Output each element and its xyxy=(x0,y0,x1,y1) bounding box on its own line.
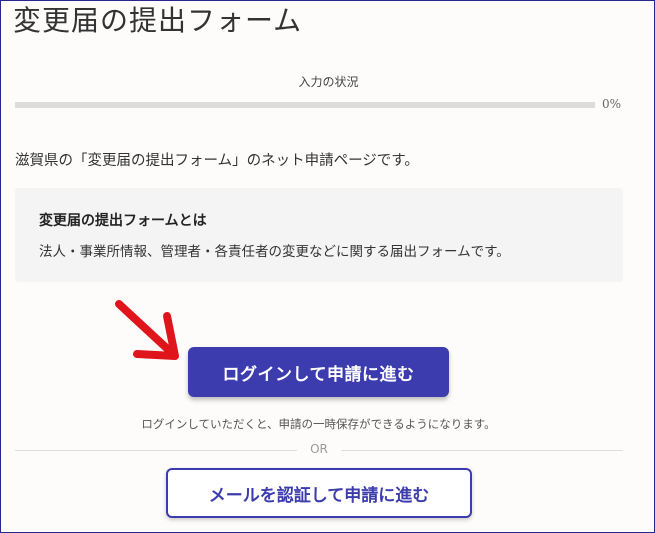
divider-line-left xyxy=(15,450,297,451)
email-verify-and-apply-button[interactable]: メールを認証して申請に進む xyxy=(166,468,472,518)
login-and-apply-button[interactable]: ログインして申請に進む xyxy=(188,347,449,397)
window-frame: 変更届の提出フォーム 入力の状況 0% 滋賀県の「変更届の提出フォーム」のネット… xyxy=(0,0,655,533)
red-arrow-annotation-icon xyxy=(115,300,179,360)
progress-percent: 0% xyxy=(602,97,622,111)
info-box-title: 変更届の提出フォームとは xyxy=(39,213,207,229)
intro-text: 滋賀県の「変更届の提出フォーム」のネット申請ページです。 xyxy=(15,153,419,169)
page-title: 変更届の提出フォーム xyxy=(13,4,303,37)
info-box: 変更届の提出フォームとは 法人・事業所情報、管理者・各責任者の変更などに関する届… xyxy=(15,188,623,282)
progress-bar xyxy=(15,102,595,108)
divider-line-right xyxy=(341,450,623,451)
divider-or-label: OR xyxy=(310,442,328,456)
progress-label: 入力の状況 xyxy=(298,75,359,89)
login-note: ログインしていただくと、申請の一時保存ができるようになります。 xyxy=(141,417,496,431)
info-box-description: 法人・事業所情報、管理者・各責任者の変更などに関する届出フォームです。 xyxy=(39,244,510,260)
